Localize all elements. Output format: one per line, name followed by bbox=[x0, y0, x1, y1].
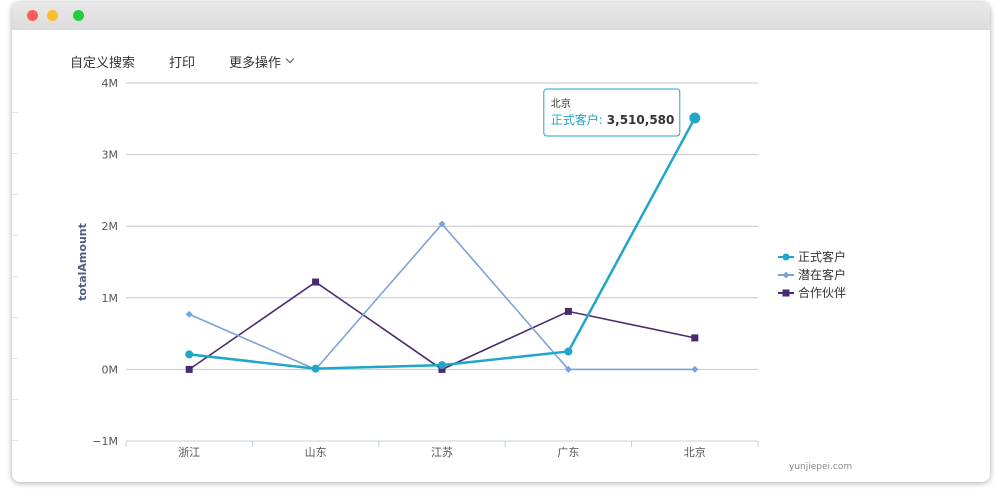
legend-marker[interactable] bbox=[782, 289, 790, 297]
data-point[interactable] bbox=[564, 347, 573, 356]
data-point[interactable] bbox=[312, 278, 320, 286]
data-point[interactable] bbox=[185, 350, 194, 359]
data-point[interactable] bbox=[689, 112, 701, 124]
y-tick-label: 3M bbox=[102, 149, 119, 162]
series-line bbox=[188, 222, 695, 371]
y-tick-label: 0M bbox=[102, 363, 119, 376]
legend-label[interactable]: 潜在客户 bbox=[798, 267, 846, 282]
data-point[interactable] bbox=[564, 307, 572, 315]
legend-marker[interactable] bbox=[782, 253, 790, 261]
data-point[interactable] bbox=[311, 364, 320, 373]
y-tick-label: −1M bbox=[92, 435, 118, 448]
legend-label[interactable]: 合作伙伴 bbox=[798, 285, 846, 300]
x-tick-label: 江苏 bbox=[431, 446, 453, 459]
x-tick-label: 山东 bbox=[305, 446, 327, 459]
data-point[interactable] bbox=[185, 365, 193, 373]
series-line bbox=[189, 117, 696, 370]
y-tick-label: 1M bbox=[102, 292, 119, 305]
legend-label[interactable]: 正式客户 bbox=[798, 249, 846, 264]
series-line bbox=[188, 281, 695, 371]
y-tick-label: 2M bbox=[102, 220, 119, 233]
y-axis-title: totalAmount bbox=[76, 223, 89, 301]
data-point[interactable] bbox=[438, 361, 446, 370]
x-tick-label: 广东 bbox=[557, 446, 579, 459]
x-tick-label: 浙江 bbox=[178, 446, 200, 459]
chart-credit: yunjiepei.com bbox=[789, 462, 853, 472]
data-point[interactable] bbox=[691, 334, 699, 342]
app-window: 自定义搜索 打印 更多操作 −1M 0M 1M 2M 3M 4M 浙江 山东 江苏 广东 北京 tot… bbox=[12, 2, 990, 482]
legend-marker[interactable] bbox=[782, 271, 790, 279]
line-chart: −1M 0M 1M 2M 3M 4M 浙江 山东 江苏 广东 北京 totalAmount 正式客户潜在… bbox=[76, 77, 846, 459]
data-point[interactable] bbox=[691, 365, 699, 373]
tooltip-category: 北京 bbox=[551, 97, 571, 110]
tooltip-series-label: 正式客户: bbox=[551, 112, 603, 127]
x-tick-label: 北京 bbox=[684, 445, 706, 459]
y-tick-label: 4M bbox=[102, 77, 119, 90]
data-point[interactable] bbox=[185, 310, 193, 318]
tooltip-value: 3,510,580 bbox=[607, 113, 675, 127]
